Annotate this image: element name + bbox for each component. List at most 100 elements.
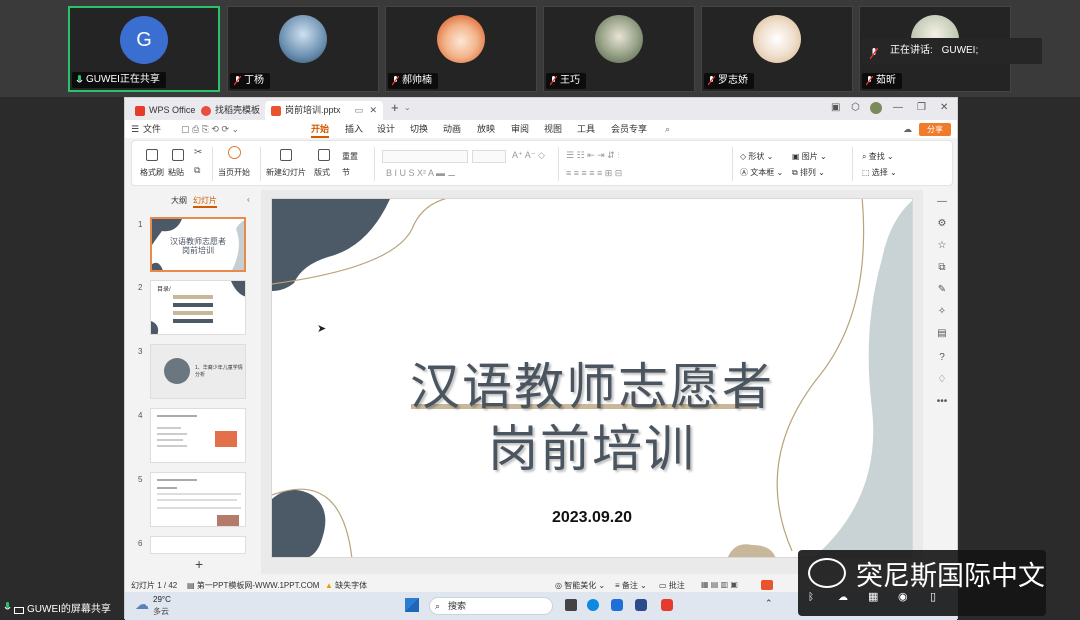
menu-slideshow[interactable]: 放映 [477,120,495,138]
collapse-icon[interactable]: ‹ [247,195,250,204]
taskbar-search[interactable]: ⌕ 搜索 [429,597,553,615]
cube-icon[interactable]: ⬡ [851,102,860,113]
restore-icon[interactable]: ❐ [917,102,926,113]
cut-icon[interactable]: ✂ [194,147,202,158]
quick-access-icons[interactable]: ▢ ⎙ ⎘ ⟲ ⟳ ⌄ [181,120,239,138]
participant-tile-luozhijiao[interactable]: 罗志娇 [701,6,853,92]
slide-thumbnail-3[interactable]: 1、华裔少年儿童学情分析 [150,344,246,399]
tab-presentation[interactable]: 岗前培训.pptx ▭ ✕ [265,101,383,120]
tab-slides[interactable]: 幻灯片 [193,195,217,208]
clothes-icon[interactable]: ♢ [936,374,948,386]
menu-animation[interactable]: 动画 [443,120,461,138]
format-painter-icon [146,149,158,161]
participant-tile-guwei[interactable]: G GUWEI正在共享 [68,6,220,92]
settings-sliders-icon[interactable]: ⚙ [936,218,948,230]
find-button[interactable]: ⌕ 查找 ⌄ [862,151,894,162]
beautify-button[interactable]: ◎ 智能美化 ⌄ [555,580,605,591]
reset-button[interactable]: 重置 [342,151,358,162]
section-button[interactable]: 节 [342,167,350,178]
share-button[interactable]: 分享 [919,123,951,136]
slide-thumbnail-4[interactable] [150,408,246,463]
slide-date[interactable]: 2023.09.20 [272,509,912,527]
font-size-controls-icon[interactable]: A⁺ A⁻ ◇ [512,150,545,161]
task-view-icon[interactable] [565,599,577,611]
edit-icon[interactable]: ✎ [936,284,948,296]
menu-review[interactable]: 审阅 [511,120,529,138]
wps-taskbar-icon[interactable] [661,599,673,611]
missing-font-label[interactable]: ▲ 缺失字体 [325,580,367,591]
textbox-button[interactable]: Ⓐ 文本框 ⌄ [740,167,783,178]
layout-button[interactable]: 版式 [314,167,330,178]
new-slide-button[interactable]: 新建幻灯片 [266,167,306,178]
list-icons[interactable]: ☰ ☷ ⇤ ⇥ ⇵ ⫶ [566,150,620,161]
add-slide-icon[interactable]: + [195,556,203,572]
magic-icon[interactable]: ✧ [936,306,948,318]
search-icon[interactable]: ⌕ [665,120,670,138]
bluetooth-icon[interactable]: ᛒ [808,592,814,603]
window-close-icon[interactable]: ✕ [940,102,948,113]
slide-thumbnail-1[interactable]: 汉语教师志愿者 岗前培训 [150,217,246,272]
tab-template[interactable]: 找稻壳模板 [195,101,260,120]
participant-tile-dingyang[interactable]: 丁杨 [227,6,379,92]
tab-wps-office[interactable]: WPS Office [129,101,195,120]
menu-transition[interactable]: 切换 [410,120,428,138]
align-icons[interactable]: ≡ ≡ ≡ ≡ ≡ ⊞ ⊟ [566,168,622,179]
slide-thumbnail-2[interactable]: 目录/ [150,280,246,335]
minimize-icon[interactable]: — [893,102,903,113]
picture-button[interactable]: ▣ 图片 ⌄ [792,151,827,162]
monitor-icon[interactable]: ▭ [354,101,363,120]
comments-button[interactable]: ▭ 批注 [659,580,685,591]
play-slideshow-icon[interactable] [761,580,773,590]
font-size-select[interactable] [472,150,506,163]
play-from-current-button[interactable]: 当页开始 [218,167,250,178]
notes-button[interactable]: ≡ 备注 ⌄ [615,580,647,591]
windows-start-icon[interactable] [405,598,419,612]
cloud-tray-icon[interactable]: ☁ [838,592,848,603]
chevron-down-icon[interactable]: ⌄ [404,103,411,112]
tab-outline[interactable]: 大纲 [171,195,187,206]
hamburger-icon[interactable]: ☰ [131,120,139,138]
select-button[interactable]: ⬚ 选择 ⌄ [862,167,897,178]
copy-icon[interactable]: ⧉ [194,165,200,176]
paste-button[interactable]: 粘贴 [168,167,184,178]
close-icon[interactable]: ✕ [369,101,377,120]
edge-icon[interactable] [587,599,599,611]
slide-title-line2[interactable]: 岗前培训 [272,409,912,481]
layout-icon[interactable]: ▣ [831,102,840,113]
more-icon[interactable]: ••• [936,396,948,408]
participant-tile-haoshuainan[interactable]: 郝帅楠 [385,6,537,92]
app-icon[interactable] [611,599,623,611]
view-mode-icons[interactable]: ▦ ▤ ▥ ▣ [701,580,738,589]
slide-thumbnail-5[interactable] [150,472,246,527]
shape-button[interactable]: ◇ 形状 ⌄ [740,151,773,162]
font-family-select[interactable] [382,150,468,163]
copy-icon[interactable]: ⧉ [936,262,948,274]
slide-thumbnail-6[interactable] [150,536,246,554]
slide-1[interactable]: 汉语教师志愿者 岗前培训 2023.09.20 [271,198,913,558]
minus-icon[interactable]: — [936,196,948,208]
menu-view[interactable]: 视图 [544,120,562,138]
cloud-icon[interactable]: ☁ [903,120,912,138]
tray-chevron-icon[interactable]: ⌃ [765,598,773,609]
text-format-icons[interactable]: B I U S X² A ▬ ⚊ [386,168,456,179]
format-painter-button[interactable]: 格式刷 [140,167,164,178]
menu-design[interactable]: 设计 [377,120,395,138]
participant-tile-wangqiao[interactable]: 王巧 [543,6,695,92]
new-tab-icon[interactable]: + [391,100,399,115]
meeting-app-icon[interactable] [635,599,647,611]
menu-tools[interactable]: 工具 [577,120,595,138]
slide-canvas[interactable]: 汉语教师志愿者 岗前培训 2023.09.20 ➤ [261,190,923,574]
template-label[interactable]: ▤ 第一PPT模板网-WWW.1PPT.COM [187,580,319,591]
avatar[interactable] [870,102,882,114]
weather-temp[interactable]: 29°C [153,595,171,604]
arrange-button[interactable]: ⧉ 排列 ⌄ [792,167,825,178]
menu-home[interactable]: 开始 [311,120,330,138]
menu-insert[interactable]: 插入 [345,120,363,138]
star-icon[interactable]: ☆ [936,240,948,252]
menu-file[interactable]: 文件 [143,120,161,138]
book-icon[interactable]: ▤ [936,328,948,340]
weather-desc[interactable]: 多云 [153,606,169,617]
participant-name: GUWEI正在共享 [72,72,166,88]
help-icon[interactable]: ? [936,352,948,364]
menu-member[interactable]: 会员专享 [611,120,647,138]
